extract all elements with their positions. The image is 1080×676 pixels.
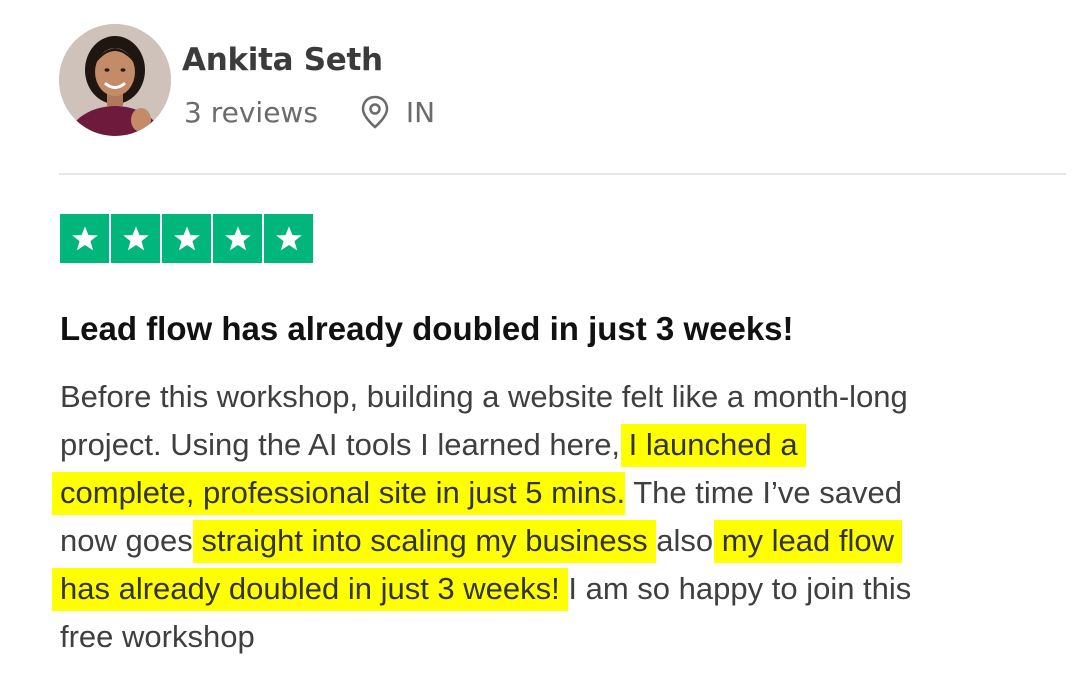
reviewer-country: IN	[405, 95, 436, 129]
review-count: 3 reviews	[184, 95, 318, 129]
star-icon	[213, 214, 262, 263]
highlighted-text: I launched a	[620, 424, 806, 467]
avatar-image	[59, 24, 171, 136]
review-line: Before this workshop, building a website…	[60, 373, 1060, 421]
review-line: now goes straight into scaling my busine…	[60, 517, 1060, 565]
highlighted-text: straight into scaling my business	[193, 520, 656, 563]
star-icon	[162, 214, 211, 263]
reviewer-meta: 3 reviews IN	[184, 92, 435, 132]
review-title[interactable]: Lead flow has already doubled in just 3 …	[60, 310, 794, 348]
review-text: I am so happy to join this	[568, 571, 912, 606]
star-icon	[60, 214, 109, 263]
location-pin-icon	[361, 95, 389, 129]
review-text: Before this workshop, building a website…	[60, 379, 908, 414]
review-line: complete, professional site in just 5 mi…	[52, 469, 1060, 517]
review-text: now goes	[60, 523, 193, 558]
highlighted-text: my lead flow	[713, 520, 903, 563]
review-text: free workshop	[60, 619, 255, 654]
review-body: Before this workshop, building a website…	[52, 373, 1060, 661]
divider	[59, 173, 1066, 175]
highlighted-text: complete, professional site in just 5 mi…	[52, 472, 625, 515]
review-card: Ankita Seth 3 reviews IN Lead flow has a…	[0, 0, 1080, 676]
reviewer-avatar[interactable]	[59, 24, 171, 136]
star-icon	[111, 214, 160, 263]
review-line: project. Using the AI tools I learned he…	[60, 421, 1060, 469]
review-line: has already doubled in just 3 weeks! I a…	[52, 565, 1060, 613]
review-text: . The time I’ve saved	[616, 475, 902, 510]
star-icon	[264, 214, 313, 263]
review-text: project. Using the AI tools I learned he…	[60, 427, 621, 462]
highlighted-text: has already doubled in just 3 weeks!	[52, 568, 568, 611]
star-rating	[60, 214, 313, 263]
review-line: free workshop	[60, 613, 1060, 661]
review-text: also	[656, 523, 714, 558]
reviewer-name[interactable]: Ankita Seth	[182, 42, 383, 78]
